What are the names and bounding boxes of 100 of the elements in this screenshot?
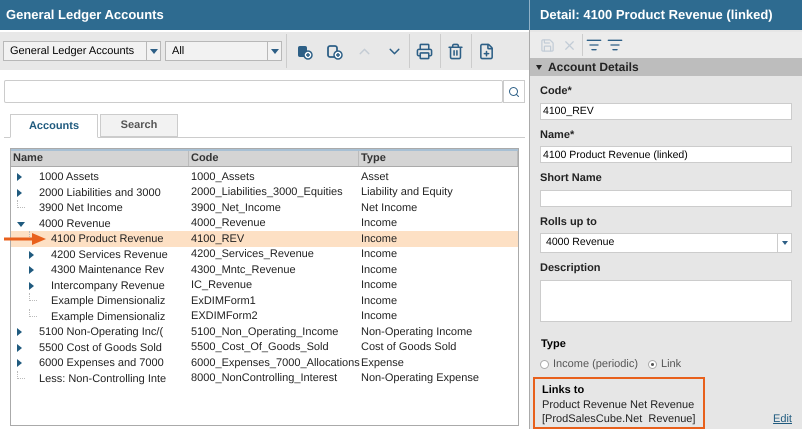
table-cell: 6000_Expenses_7000_Allocations xyxy=(191,356,360,368)
tree-line xyxy=(29,308,37,316)
table-cell: Income xyxy=(361,217,398,229)
field-label: Short Name xyxy=(540,171,603,186)
table-row[interactable]: 4200 Services Revenue 4200_Services_Revenue Income xyxy=(11,246,518,262)
table-cell: Income xyxy=(361,294,398,306)
tab[interactable]: Search xyxy=(100,114,178,137)
link-target: [ProdSalesCube.Net Revenue] xyxy=(542,412,696,426)
expand-icon[interactable] xyxy=(17,344,22,352)
table-row[interactable]: 4300 Maintenance Rev 4300_Mntc_Revenue Income xyxy=(11,262,518,278)
dropdown[interactable]: General Ledger Accounts xyxy=(3,41,161,61)
table-row[interactable]: 5100 Non-Operating Inc/( 5100_Non_Operating_Income Non-Operating Income xyxy=(11,324,518,340)
table-cell: EXDIMForm2 xyxy=(191,310,258,322)
expand-icon[interactable] xyxy=(17,328,22,336)
table-cell: 4200_Services_Revenue xyxy=(191,248,314,260)
table-row[interactable]: Example Dimensionaliz ExDIMForm1 Income xyxy=(11,293,518,308)
table-row[interactable]: 1000 Assets 1000_Assets Asset xyxy=(11,169,518,184)
field-label: Type xyxy=(540,336,567,352)
search-icon xyxy=(508,86,520,98)
column-header[interactable]: Name xyxy=(13,150,43,167)
table-row[interactable]: Intercompany Revenue IC_Revenue Income xyxy=(11,278,518,293)
table-cell: 1000_Assets xyxy=(191,170,255,182)
table-cell: 6000 Expenses and 7000 xyxy=(39,357,164,369)
collapse-icon xyxy=(536,64,542,70)
tree-line xyxy=(17,200,25,208)
table-cell: 4100_REV xyxy=(191,232,244,244)
table-cell: 3900 Net Income xyxy=(39,202,123,214)
table-cell: 5500 Cost of Goods Sold xyxy=(39,342,162,354)
field-label: Code* xyxy=(540,84,573,99)
table-cell: Net Income xyxy=(361,202,418,214)
table-cell: Example Dimensionaliz xyxy=(51,310,166,322)
tab[interactable]: Accounts xyxy=(10,114,98,138)
table-row[interactable]: 5500 Cost of Goods Sold 5500_Cost_Of_Goods_Sold Cost of Goods Sold xyxy=(11,340,518,355)
table-cell: Non-Operating Expense xyxy=(361,372,480,384)
dropdown[interactable]: 4000 Revenue xyxy=(540,233,792,253)
table-cell: Expense xyxy=(361,356,404,368)
table-row[interactable]: 3900 Net Income 3900_Net_Income Net Income xyxy=(11,200,518,216)
table-cell: 5100_Non_Operating_Income xyxy=(191,326,338,338)
table-cell: 8000_NonControlling_Interest xyxy=(191,372,338,384)
expand-icon[interactable] xyxy=(29,282,34,290)
table-cell: Asset xyxy=(361,170,389,182)
table-cell: Intercompany Revenue xyxy=(51,280,165,292)
caret-icon xyxy=(270,48,278,54)
table-row[interactable]: Less: Non-Controlling Inte 8000_NonControlling_Interest Non-Operating Expense xyxy=(11,370,518,386)
table-cell: 4000_Revenue xyxy=(191,217,266,229)
table-cell: IC_Revenue xyxy=(191,279,252,291)
tree-line xyxy=(17,370,25,378)
table-row[interactable]: 6000 Expenses and 7000 6000_Expenses_7000_AllocationsExpense xyxy=(11,355,518,370)
table-cell: Cost of Goods Sold xyxy=(361,341,456,353)
radio-option[interactable]: Link xyxy=(648,356,682,372)
description-field[interactable] xyxy=(540,280,792,322)
table-cell: Less: Non-Controlling Inte xyxy=(39,372,166,384)
expand-icon[interactable] xyxy=(29,250,34,258)
expand-icon[interactable] xyxy=(29,266,34,274)
expand-icon[interactable] xyxy=(17,173,22,181)
panel-title: General Ledger Accounts xyxy=(6,6,164,24)
edit-link[interactable]: Edit xyxy=(773,410,792,427)
expand-icon[interactable] xyxy=(17,188,22,196)
panel-title: Detail: 4100 Product Revenue (linked) xyxy=(540,6,773,24)
table-row[interactable]: 4100 Product Revenue 4100_REV Income xyxy=(11,231,518,246)
search-field[interactable] xyxy=(4,80,503,103)
text-field[interactable] xyxy=(540,190,792,206)
column-header[interactable]: Type xyxy=(361,150,386,167)
table-cell: Non-Operating Income xyxy=(361,326,472,338)
dropdown[interactable]: All xyxy=(165,41,282,61)
table-cell: 1000 Assets xyxy=(39,171,99,183)
search-button[interactable] xyxy=(503,80,525,103)
column-header[interactable]: Code xyxy=(191,150,218,167)
field-label: Links to xyxy=(542,382,586,398)
table-cell: 4300 Maintenance Rev xyxy=(51,264,164,276)
table-cell: Income xyxy=(361,248,398,260)
table-cell: 4000 Revenue xyxy=(39,218,111,230)
text-field[interactable]: 4100_REV xyxy=(540,102,792,120)
table-cell: 3900_Net_Income xyxy=(191,202,281,214)
field-label: Description xyxy=(540,261,602,276)
table-cell: Liability and Equity xyxy=(361,186,453,198)
table-cell: Income xyxy=(361,279,398,291)
field-label: Name* xyxy=(540,128,576,142)
table-cell: 5100 Non-Operating Inc/( xyxy=(39,326,164,338)
caret-icon xyxy=(782,241,788,245)
table-cell: Income xyxy=(361,264,398,276)
table-cell: 2000 Liabilities and 3000 xyxy=(39,186,161,198)
table-cell: 4200 Services Revenue xyxy=(51,248,168,260)
tree-line xyxy=(29,293,37,301)
field-label: Rolls up to xyxy=(540,214,598,230)
table-row[interactable]: Example Dimensionaliz EXDIMForm2 Income xyxy=(11,308,518,324)
table-row[interactable]: 2000 Liabilities and 3000 2000_Liabilities_3000_Equities Liability and Equity xyxy=(11,184,518,200)
caret-icon xyxy=(150,48,158,54)
table-cell: Income xyxy=(361,310,398,322)
table-cell: 4100 Product Revenue xyxy=(51,233,164,245)
radio-option[interactable]: Income (periodic) xyxy=(540,356,638,372)
text-field[interactable]: 4100 Product Revenue (linked) xyxy=(540,146,792,163)
section-header[interactable]: Account Details xyxy=(530,58,802,76)
link-target: Product Revenue Net Revenue xyxy=(542,398,694,412)
pointer-arrow xyxy=(4,233,46,245)
table-cell: ExDIMForm1 xyxy=(191,294,256,306)
expand-icon[interactable] xyxy=(17,359,22,367)
table-cell: Example Dimensionaliz xyxy=(51,295,166,307)
table-cell: 2000_Liabilities_3000_Equities xyxy=(191,186,343,198)
table-cell: 4300_Mntc_Revenue xyxy=(191,264,296,276)
